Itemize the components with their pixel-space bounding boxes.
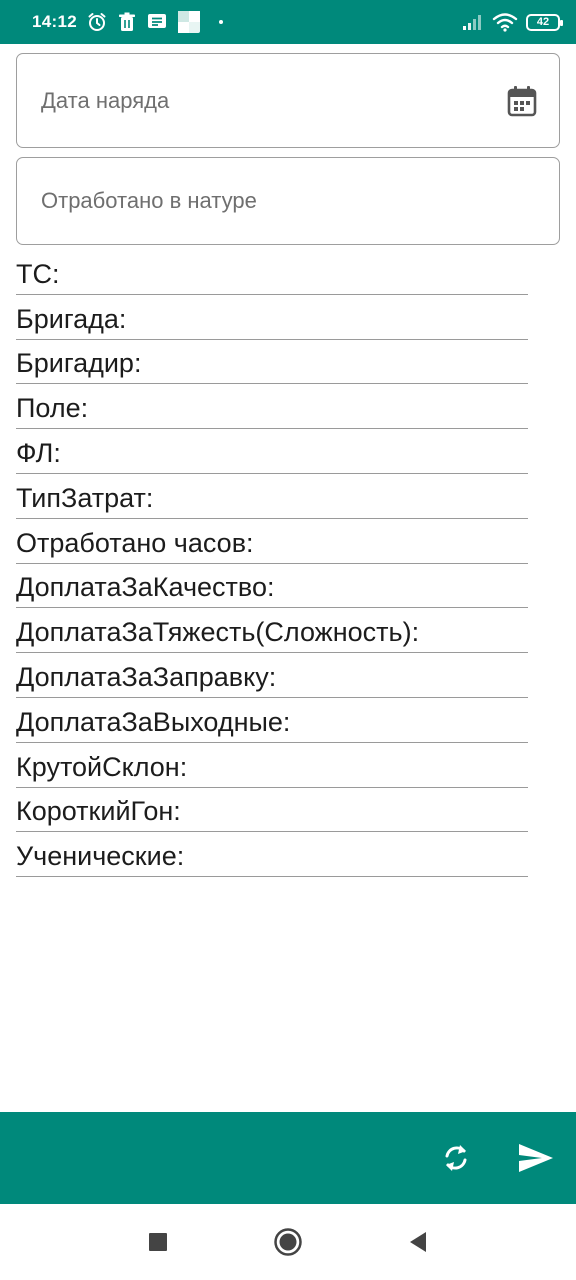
info-row-weekend-bonus: ДоплатаЗаВыходные: [16,698,528,743]
info-row-difficulty-bonus: ДоплатаЗаТяжесть(Сложность): [16,608,528,654]
info-row-vehicle: ТС: [16,250,528,295]
info-row-refuel-bonus: ДоплатаЗаЗаправку: [16,653,528,698]
battery-level: 42 [536,15,550,28]
message-icon [147,14,166,28]
app-icon [177,11,200,33]
battery-icon: 42 [526,13,563,31]
info-row-person: ФЛ: [16,429,528,474]
info-row-foreman: Бригадир: [16,340,528,385]
refresh-icon [445,1145,467,1171]
back-icon [410,1232,426,1252]
status-time: 14:12 [32,12,77,31]
refresh-button[interactable] [436,1138,476,1178]
calendar-icon[interactable] [507,85,537,117]
home-icon [274,1228,302,1256]
order-date-field[interactable] [16,53,560,148]
order-details-list: ТС: Бригада: Бригадир: Поле: ФЛ: ТипЗатр… [16,250,528,878]
wifi-icon [492,13,518,32]
info-row-hours-worked: Отработано часов: [16,519,528,564]
order-date-input[interactable] [41,87,481,114]
info-row-short-run: КороткийГон: [16,788,528,833]
status-bar: 14:12 42 [0,0,576,44]
worked-in-kind-input[interactable] [41,188,481,214]
trash-icon [118,12,135,31]
recent-apps-icon [149,1233,167,1251]
bottom-toolbar [0,1112,576,1204]
signal-icon [463,15,481,30]
recent-apps-button[interactable] [138,1222,178,1262]
worked-in-kind-field[interactable] [16,157,560,245]
alarm-icon [88,13,106,31]
home-button[interactable] [268,1222,308,1262]
navigation-bar [0,1204,576,1280]
info-row-cost-type: ТипЗатрат: [16,474,528,519]
system-indicators: 42 [462,12,563,32]
send-icon [519,1144,553,1172]
status-dot [218,20,223,24]
info-row-steep-slope: КрутойСклон: [16,743,528,788]
info-row-quality-bonus: ДоплатаЗаКачество: [16,564,528,609]
send-button[interactable] [516,1138,556,1178]
back-button[interactable] [398,1222,438,1262]
notification-icons [87,11,223,33]
info-row-field: Поле: [16,384,528,430]
info-row-apprentice: Ученические: [16,832,528,878]
info-row-team: Бригада: [16,295,528,340]
